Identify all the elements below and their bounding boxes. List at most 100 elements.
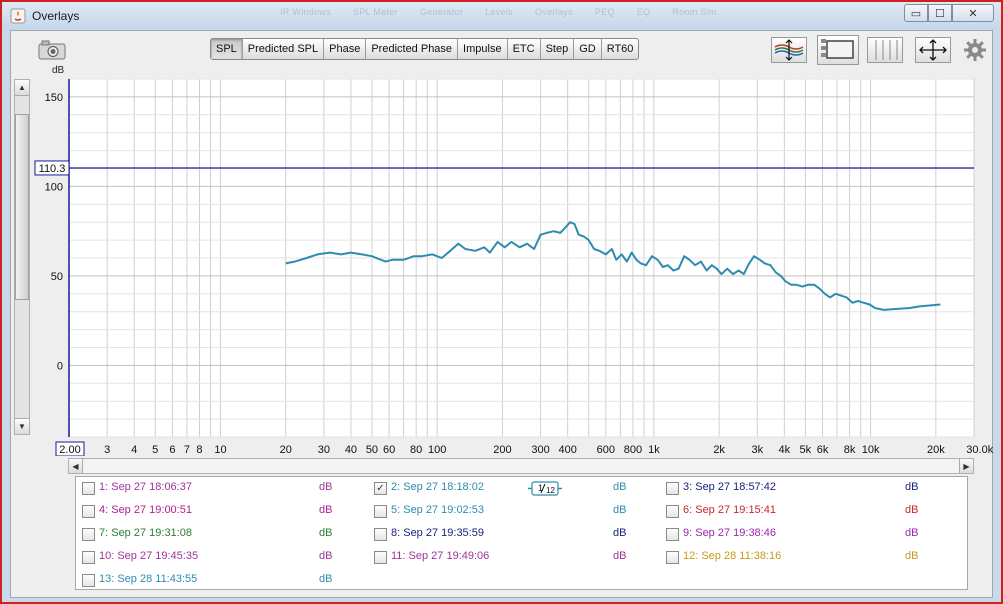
x-tick-label: 1k [648,444,660,456]
measurement-unit: dB [613,481,627,493]
measurement-checkbox[interactable] [374,528,387,541]
x-tick-label: 2k [713,444,725,456]
faded-menu-item: Levels [485,7,513,17]
measurement-checkbox[interactable] [666,482,679,495]
measurement-label[interactable]: 1: Sep 27 18:06:37 [99,481,192,493]
y-tick-label: 50 [51,271,63,283]
measurement-unit: dB [905,550,919,562]
measurement-checkbox[interactable] [374,551,387,564]
java-app-icon [10,8,26,24]
x-tick-label: 30 [318,444,330,456]
x-tick-label: 5 [152,444,158,456]
measurement-checkbox[interactable] [82,505,95,518]
measurement-checkbox[interactable] [666,551,679,564]
faded-menu-item: EQ [636,7,651,17]
measurement-label[interactable]: 10: Sep 27 19:45:35 [99,550,198,562]
measurement-checkbox[interactable] [666,505,679,518]
faded-menu-item: IR Windows [280,7,332,17]
x-tick-label: 4k [779,444,791,456]
title-bar: Overlays IR Windows SPL Meter Generator Lev… [2,2,1001,30]
scroll-right-button[interactable]: ▶ [959,459,973,473]
measurement-unit: dB [319,481,333,493]
measurement-label[interactable]: 5: Sep 27 19:02:53 [391,504,484,516]
x-tick-label: 60 [383,444,395,456]
x-tick-label: 400 [558,444,576,456]
measurement-label[interactable]: 12: Sep 28 11:38:16 [683,550,781,562]
x-tick-label: 3 [104,444,110,456]
overlays-window: Overlays IR Windows SPL Meter Generator Lev… [0,0,1003,604]
measurement-unit: dB [905,481,919,493]
spl-graph[interactable]: 150 100 50 0 3 4 5 6 7 8 10 20 30 40 50 60 80 100 200 300 40… [11,31,994,456]
close-icon: ✕ [968,7,978,20]
measurement-unit: dB [319,504,333,516]
x-tick-label: 4 [131,444,137,456]
x-start-label: 2.00 [59,444,80,456]
smoothing-denominator: 12 [546,486,555,495]
faded-menu-item: PEQ [594,7,615,17]
measurement-unit: dB [905,527,919,539]
faded-main-menu: IR Windows SPL Meter Generator Levels Overla… [280,7,739,17]
measurement-label[interactable]: 3: Sep 27 18:57:42 [683,481,776,493]
measurement-unit: dB [319,573,333,585]
x-tick-label: 3k [751,444,763,456]
x-tick-label: 800 [624,444,642,456]
x-tick-label: 10k [862,444,880,456]
maximize-icon: ☐ [935,7,945,20]
measurement-unit: dB [613,550,627,562]
y-tick-label: 0 [57,360,63,372]
cursor-level-label: 110.3 [39,163,66,175]
measurement-unit: dB [319,527,333,539]
smoothing-numerator: 1 [538,483,543,493]
x-tick-label: 30.0k Hz [966,444,994,456]
measurement-unit: dB [613,504,627,516]
x-tick-label: 40 [345,444,357,456]
scroll-left-button[interactable]: ◀ [69,459,83,473]
y-tick-label: 100 [45,181,63,193]
horizontal-scrollbar[interactable]: ◀ ▶ [68,458,974,474]
measurement-label[interactable]: 9: Sep 27 19:38:46 [683,527,776,539]
measurement-label[interactable]: 4: Sep 27 19:00:51 [99,504,192,516]
x-tick-label: 8 [196,444,202,456]
arrow-left-icon: ◀ [72,461,79,471]
arrow-right-icon: ▶ [963,461,970,471]
x-tick-label: 20k [927,444,945,456]
faded-menu-item: Generator [419,7,464,17]
x-tick-label: 8k [844,444,856,456]
measurement-checkbox[interactable] [82,551,95,564]
x-tick-label: 50 [366,444,378,456]
smoothing-indicator[interactable]: 1 12 [528,481,562,496]
y-tick-label: 150 [45,92,63,104]
measurement-label[interactable]: 13: Sep 28 11:43:55 [99,573,197,585]
measurement-checkbox[interactable] [82,574,95,587]
measurement-unit: dB [319,550,333,562]
measurement-label[interactable]: 2: Sep 27 18:18:02 [391,481,484,493]
measurement-unit: dB [613,527,627,539]
measurement-label[interactable]: 8: Sep 27 19:35:59 [391,527,484,539]
measurement-checkbox[interactable] [374,505,387,518]
faded-menu-item: Overlays [534,7,573,17]
measurement-checkbox[interactable] [666,528,679,541]
x-tick-label: 6 [169,444,175,456]
measurement-checkbox[interactable] [82,482,95,495]
maximize-button[interactable]: ☐ [928,4,952,22]
measurement-unit: dB [905,504,919,516]
faded-menu-item: SPL Meter [353,7,398,17]
x-tick-label: 20 [280,444,292,456]
x-tick-label: 10 [214,444,226,456]
x-tick-label: 80 [410,444,422,456]
x-tick-label: 7 [184,444,190,456]
measurement-checkbox[interactable]: ✓ [374,482,387,495]
measurement-checkbox[interactable] [82,528,95,541]
x-tick-label: 300 [531,444,549,456]
x-tick-label: 600 [597,444,615,456]
minimize-icon: ▭ [910,7,922,20]
close-button[interactable]: ✕ [952,4,994,22]
minimize-button[interactable]: ▭ [904,4,928,22]
x-tick-label: 6k [817,444,829,456]
measurement-label[interactable]: 11: Sep 27 19:49:06 [391,550,489,562]
x-tick-label: 200 [493,444,511,456]
measurement-legend: 1 12 1: Sep 27 18:06:37 dB ✓ 2: Sep 27 18:1… [75,476,968,590]
measurement-label[interactable]: 6: Sep 27 19:15:41 [683,504,776,516]
x-tick-label: 5k [800,444,812,456]
measurement-label[interactable]: 7: Sep 27 19:31:08 [99,527,192,539]
